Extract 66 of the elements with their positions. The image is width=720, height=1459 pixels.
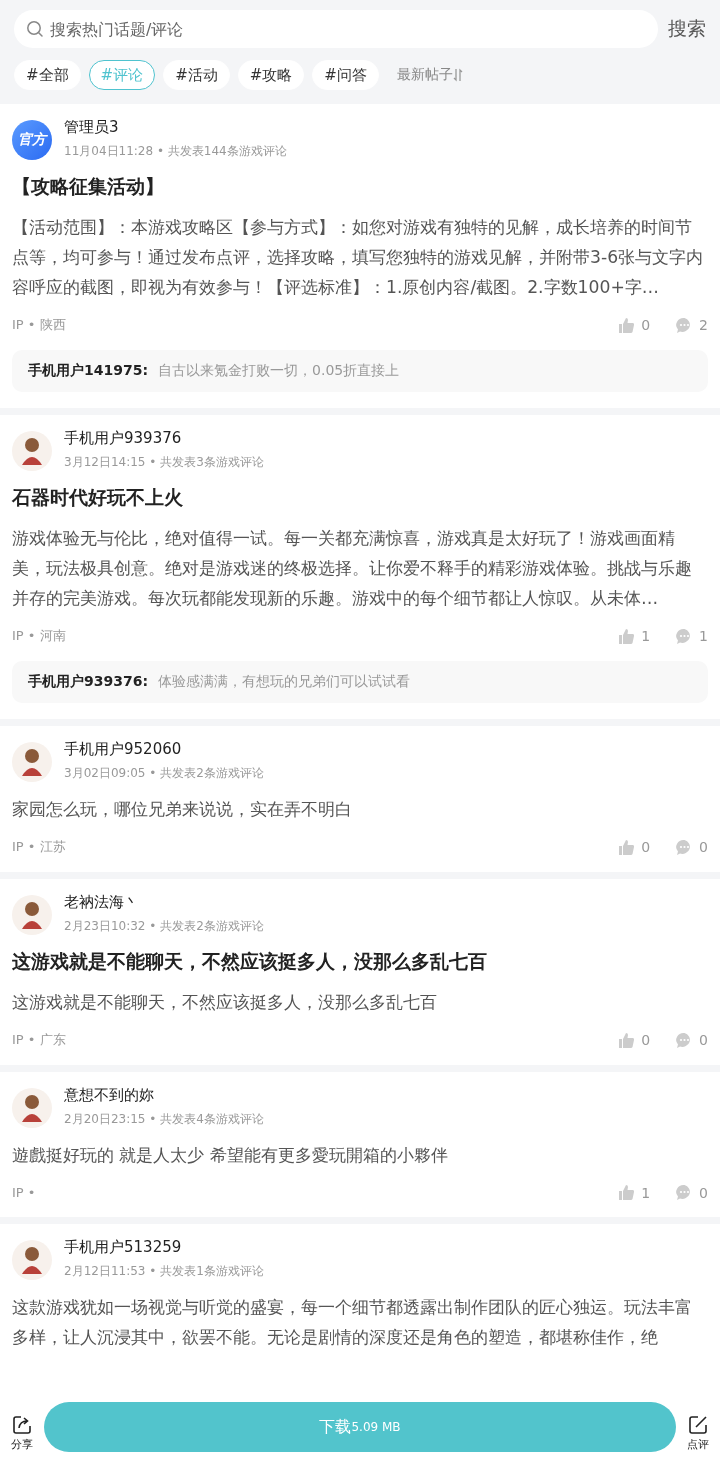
post-title[interactable]: 这游戏就是不能聊天，不然应该挺多人，没那么多乱七百 xyxy=(12,949,708,975)
post-title[interactable]: 石器时代好玩不上火 xyxy=(12,485,708,511)
post-meta: 11月04日11:28 • 共发表144条游戏评论 xyxy=(64,143,287,160)
comment-count: 0 xyxy=(699,1184,708,1201)
comment-count: 2 xyxy=(699,317,708,333)
post-meta: 2月20日23:15 • 共发表4条游戏评论 xyxy=(64,1111,264,1128)
post-body[interactable]: 这游戏就是不能聊天，不然应该挺多人，没那么多乱七百 xyxy=(12,987,708,1017)
ip-location: IP • 广东 xyxy=(12,1031,67,1049)
post-meta: 2月12日11:53 • 共发表1条游戏评论 xyxy=(64,1263,264,1280)
avatar[interactable]: 官方 xyxy=(12,120,52,160)
username[interactable]: 手机用户939376 xyxy=(64,429,264,448)
tag-tab[interactable]: #问答 xyxy=(312,60,379,90)
reply-author: 手机用户141975: xyxy=(28,362,149,380)
reply-text: 体验感满满，有想玩的兄弟们可以试试看 xyxy=(158,673,411,691)
reply-author: 手机用户939376: xyxy=(28,673,149,691)
reply-text: 自古以来氪金打败一切，0.05折直接上 xyxy=(158,362,400,380)
post-body[interactable]: 游戏体验无与伦比，绝对值得一试。每一关都充满惊喜，游戏真是太好玩了！游戏画面精美，玩法极具创意。绝对是游戏迷的终极选择。让你爱不释手的精彩游戏体验。挑战与乐趣并存的完美游戏。每次玩都能发现新的乐趣。游戏中的每个细节都让人惊叹。从未体… xyxy=(12,523,708,613)
like-count: 0 xyxy=(641,1032,651,1048)
thumbs-up-icon[interactable] xyxy=(618,627,636,645)
username[interactable]: 管理员3 xyxy=(64,118,287,137)
ip-location: IP • 江苏 xyxy=(12,838,67,856)
comment-count: 0 xyxy=(699,839,708,855)
ip-location: IP • 陕西 xyxy=(12,316,67,334)
search-bar[interactable]: 搜索热门话题/评论 xyxy=(14,10,658,48)
avatar[interactable] xyxy=(12,742,52,782)
tag-tab[interactable]: #全部 xyxy=(14,60,81,90)
avatar[interactable] xyxy=(12,1240,52,1280)
search-icon xyxy=(26,20,44,38)
username[interactable]: 手机用户952060 xyxy=(64,740,264,759)
avatar[interactable] xyxy=(12,431,52,471)
username[interactable]: 手机用户513259 xyxy=(64,1238,264,1257)
like-count: 1 xyxy=(641,1184,651,1201)
search-button[interactable]: 搜索 xyxy=(668,16,706,42)
comment-count: 0 xyxy=(699,1032,708,1048)
post-meta: 3月02日09:05 • 共发表2条游戏评论 xyxy=(64,765,264,782)
share-label[interactable]: 分享 xyxy=(11,1437,33,1452)
username[interactable]: 老衲法海丶 xyxy=(64,893,264,912)
ip-location: IP • 河南 xyxy=(12,627,67,645)
thumbs-up-icon[interactable] xyxy=(618,316,636,334)
edit-icon[interactable] xyxy=(688,1415,708,1435)
post-body[interactable]: 【活动范围】：本游戏攻略区【参与方式】：如您对游戏有独特的见解，成长培养的时间节点等，均可参与！通过发布点评，选择攻略，填写您独特的游戏见解，并附带3-6张与文字内容呼应的截图，即视为有效参与！【评选标准】：1.原创内容/截图。2.字数100+字… xyxy=(12,212,708,302)
comment-count: 1 xyxy=(699,628,708,644)
thumbs-up-icon[interactable] xyxy=(618,1184,636,1201)
post-title[interactable]: 【攻略征集活动】 xyxy=(12,174,708,200)
post-meta: 3月12日14:15 • 共发表3条游戏评论 xyxy=(64,454,264,471)
like-count: 0 xyxy=(641,317,651,333)
post-body[interactable]: 这款游戏犹如一场视觉与听觉的盛宴，每一个细节都透露出制作团队的匠心独运。玩法丰富多样，让人沉浸其中，欲罢不能。无论是剧情的深度还是角色的塑造，都堪称佳作，绝 xyxy=(12,1292,708,1352)
tag-tab[interactable]: #攻略 xyxy=(237,60,305,90)
reply-preview[interactable]: 手机用户141975: 自古以来氪金打败一切，0.05折直接上 xyxy=(12,350,708,392)
avatar[interactable] xyxy=(12,895,52,935)
thumbs-up-icon[interactable] xyxy=(618,1031,636,1049)
post-meta: 2月23日10:32 • 共发表2条游戏评论 xyxy=(64,918,264,935)
sort-icon[interactable] xyxy=(452,68,463,82)
thumbs-up-icon[interactable] xyxy=(618,838,636,856)
tag-tab[interactable]: #活动 xyxy=(163,60,230,90)
post-body[interactable]: 家园怎么玩，哪位兄弟来说说，实在弄不明白 xyxy=(12,794,708,824)
search-input[interactable]: 搜索热门话题/评论 xyxy=(48,18,646,40)
share-icon[interactable] xyxy=(12,1415,32,1435)
review-label[interactable]: 点评 xyxy=(687,1437,709,1452)
ip-location: IP • xyxy=(12,1185,37,1200)
post-body[interactable]: 遊戲挺好玩的 就是人太少 希望能有更多愛玩開箱的小夥伴 xyxy=(12,1140,708,1170)
username[interactable]: 意想不到的妳 xyxy=(64,1086,264,1105)
like-count: 1 xyxy=(641,628,651,644)
like-count: 0 xyxy=(641,839,651,855)
avatar[interactable] xyxy=(12,1088,52,1128)
reply-preview[interactable]: 手机用户939376: 体验感满满，有想玩的兄弟们可以试试看 xyxy=(12,661,708,703)
